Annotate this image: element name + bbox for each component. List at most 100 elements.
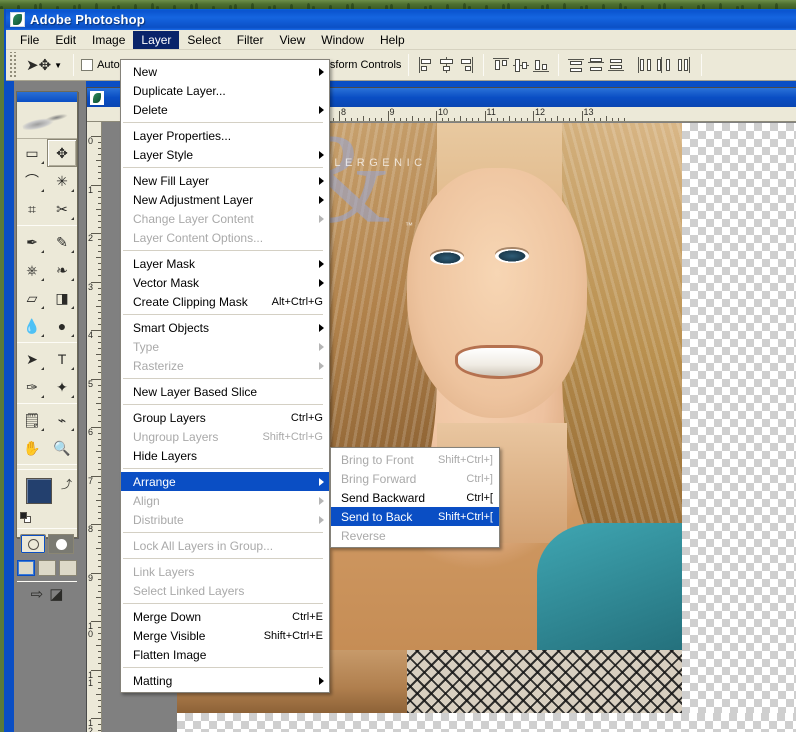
hand-tool[interactable]: ✋	[17, 434, 47, 462]
layer-menu-item-vector-mask[interactable]: Vector Mask	[121, 273, 329, 292]
layer-menu-item-layer-style[interactable]: Layer Style	[121, 145, 329, 164]
tool-flyout-indicator[interactable]	[71, 367, 74, 370]
tool-flyout-indicator[interactable]	[71, 334, 74, 337]
arrange-item-send-to-back[interactable]: Send to Back Shift+Ctrl+[	[331, 507, 499, 526]
zoom-tool[interactable]: 🔍	[47, 434, 77, 462]
path-selection-tool[interactable]: ➤	[17, 345, 47, 373]
auto-select-checkbox[interactable]	[81, 59, 94, 71]
blur-tool[interactable]: 💧	[17, 312, 47, 340]
rectangular-marquee-tool[interactable]: ▭	[17, 139, 47, 167]
layer-menu-item-merge-down[interactable]: Merge Down Ctrl+E	[121, 607, 329, 626]
menu-image[interactable]: Image	[84, 31, 133, 49]
tool-flyout-indicator[interactable]	[71, 306, 74, 309]
menu-bar[interactable]: File Edit Image Layer Select Filter View…	[6, 30, 796, 50]
tool-flyout-indicator[interactable]	[41, 367, 44, 370]
layer-menu-item-new-fill-layer[interactable]: New Fill Layer	[121, 171, 329, 190]
eyedropper-tool[interactable]: ⌁	[47, 406, 77, 434]
menu-layer[interactable]: Layer	[133, 30, 180, 49]
layer-menu-item-delete[interactable]: Delete	[121, 100, 329, 119]
jump-to-row[interactable]: ⇨ ◪	[17, 584, 77, 605]
tool-flyout-indicator[interactable]	[41, 278, 44, 281]
align-top-edges-icon[interactable]	[492, 56, 510, 74]
layer-menu-item-group-layers[interactable]: Group Layers Ctrl+G	[121, 408, 329, 427]
full-screen-icon[interactable]	[59, 560, 77, 576]
distribute-left-edges-icon[interactable]	[635, 56, 653, 74]
layer-menu-item-new-layer-based-slice[interactable]: New Layer Based Slice	[121, 382, 329, 401]
full-screen-with-menu-icon[interactable]	[38, 560, 56, 576]
layer-menu-item-flatten-image[interactable]: Flatten Image	[121, 645, 329, 664]
menu-filter[interactable]: Filter	[229, 31, 272, 49]
mask-mode-row[interactable]	[17, 531, 77, 557]
align-right-edges-icon[interactable]	[457, 56, 475, 74]
lasso-tool[interactable]: ⌒	[17, 167, 47, 195]
tool-flyout-indicator[interactable]	[41, 428, 44, 431]
layer-menu-item-merge-visible[interactable]: Merge Visible Shift+Ctrl+E	[121, 626, 329, 645]
arrange-submenu[interactable]: Bring to Front Shift+Ctrl+] Bring Forward C…	[330, 447, 500, 548]
layer-menu-item-new-adjustment-layer[interactable]: New Adjustment Layer	[121, 190, 329, 209]
imageready-icon[interactable]: ◪	[49, 587, 63, 602]
menu-window[interactable]: Window	[313, 31, 372, 49]
tool-flyout-indicator[interactable]	[71, 250, 74, 253]
layer-menu-item-new[interactable]: New	[121, 62, 329, 81]
distribute-vertical-centers-icon[interactable]	[587, 56, 605, 74]
foreground-color-swatch[interactable]	[26, 478, 52, 504]
tool-flyout-indicator[interactable]	[71, 189, 74, 192]
distribute-horizontal-centers-icon[interactable]	[655, 56, 673, 74]
standard-mask-mode-icon[interactable]	[20, 534, 46, 554]
swap-colors-icon[interactable]: ⤴	[61, 476, 72, 492]
screen-mode-row[interactable]	[17, 557, 77, 579]
magic-wand-tool[interactable]: ✳	[47, 167, 77, 195]
current-tool-preset[interactable]: ➤✥ ▼	[22, 56, 66, 75]
layer-menu-item-matting[interactable]: Matting	[121, 671, 329, 690]
crop-tool[interactable]: ⌗	[17, 195, 47, 223]
menu-file[interactable]: File	[12, 31, 47, 49]
custom-shape-tool[interactable]: ✦	[47, 373, 77, 401]
layer-menu-item-create-clipping-mask[interactable]: Create Clipping Mask Alt+Ctrl+G	[121, 292, 329, 311]
vertical-ruler[interactable]: 0 1 2 3 4 5 6 7 8 9 10 11 12	[87, 122, 102, 732]
tool-flyout-indicator[interactable]	[71, 278, 74, 281]
tool-flyout-indicator[interactable]	[71, 395, 74, 398]
notes-tool[interactable]: 🗒	[17, 406, 47, 434]
distribute-bottom-edges-icon[interactable]	[607, 56, 625, 74]
layer-menu-item-arrange[interactable]: Arrange	[121, 472, 329, 491]
align-vertical-centers-icon[interactable]	[512, 56, 530, 74]
history-brush-tool[interactable]: ❧	[47, 256, 77, 284]
layer-menu-item-hide-layers[interactable]: Hide Layers	[121, 446, 329, 465]
tool-flyout-indicator[interactable]	[41, 306, 44, 309]
standard-screen-mode-icon[interactable]	[17, 560, 35, 576]
distribute-top-edges-icon[interactable]	[567, 56, 585, 74]
tool-flyout-indicator[interactable]	[41, 395, 44, 398]
clone-stamp-tool[interactable]: ⎈	[17, 256, 47, 284]
pen-tool[interactable]: ✑	[17, 373, 47, 401]
tool-flyout-indicator[interactable]	[71, 217, 74, 220]
tool-flyout-indicator[interactable]	[41, 189, 44, 192]
options-bar-grip[interactable]	[8, 52, 17, 78]
layer-menu-item-smart-objects[interactable]: Smart Objects	[121, 318, 329, 337]
chevron-down-icon[interactable]: ▼	[54, 61, 62, 70]
menu-select[interactable]: Select	[179, 31, 228, 49]
tool-flyout-indicator[interactable]	[41, 161, 44, 164]
layer-menu-item-duplicate-layer[interactable]: Duplicate Layer...	[121, 81, 329, 100]
tool-flyout-indicator[interactable]	[41, 250, 44, 253]
tool-palette-title-bar[interactable]	[17, 92, 77, 103]
tool-grid[interactable]: ▭ ✥ ⌒ ✳ ⌗ ✂ ✒ ✎ ⎈ ❧ ▱ ◨ 💧 ● ➤ T ✑ ✦ 🗒 ⌁ ✋ 🔍	[17, 139, 77, 467]
arrange-item-send-backward[interactable]: Send Backward Ctrl+[	[331, 488, 499, 507]
menu-help[interactable]: Help	[372, 31, 413, 49]
healing-brush-tool[interactable]: ✒	[17, 228, 47, 256]
align-bottom-edges-icon[interactable]	[532, 56, 550, 74]
layer-menu-item-layer-mask[interactable]: Layer Mask	[121, 254, 329, 273]
move-tool[interactable]: ✥	[47, 139, 77, 167]
edit-in-imageready-icon[interactable]: ⇨	[31, 587, 44, 602]
menu-view[interactable]: View	[271, 31, 313, 49]
tool-flyout-indicator[interactable]	[41, 334, 44, 337]
gradient-tool[interactable]: ◨	[47, 284, 77, 312]
layer-menu-item-layer-properties[interactable]: Layer Properties...	[121, 126, 329, 145]
tool-flyout-indicator[interactable]	[71, 428, 74, 431]
brush-tool[interactable]: ✎	[47, 228, 77, 256]
distribute-right-edges-icon[interactable]	[675, 56, 693, 74]
eraser-tool[interactable]: ▱	[17, 284, 47, 312]
align-horizontal-centers-icon[interactable]	[437, 56, 455, 74]
quick-mask-mode-icon[interactable]	[48, 534, 74, 554]
menu-edit[interactable]: Edit	[47, 31, 84, 49]
align-left-edges-icon[interactable]	[417, 56, 435, 74]
